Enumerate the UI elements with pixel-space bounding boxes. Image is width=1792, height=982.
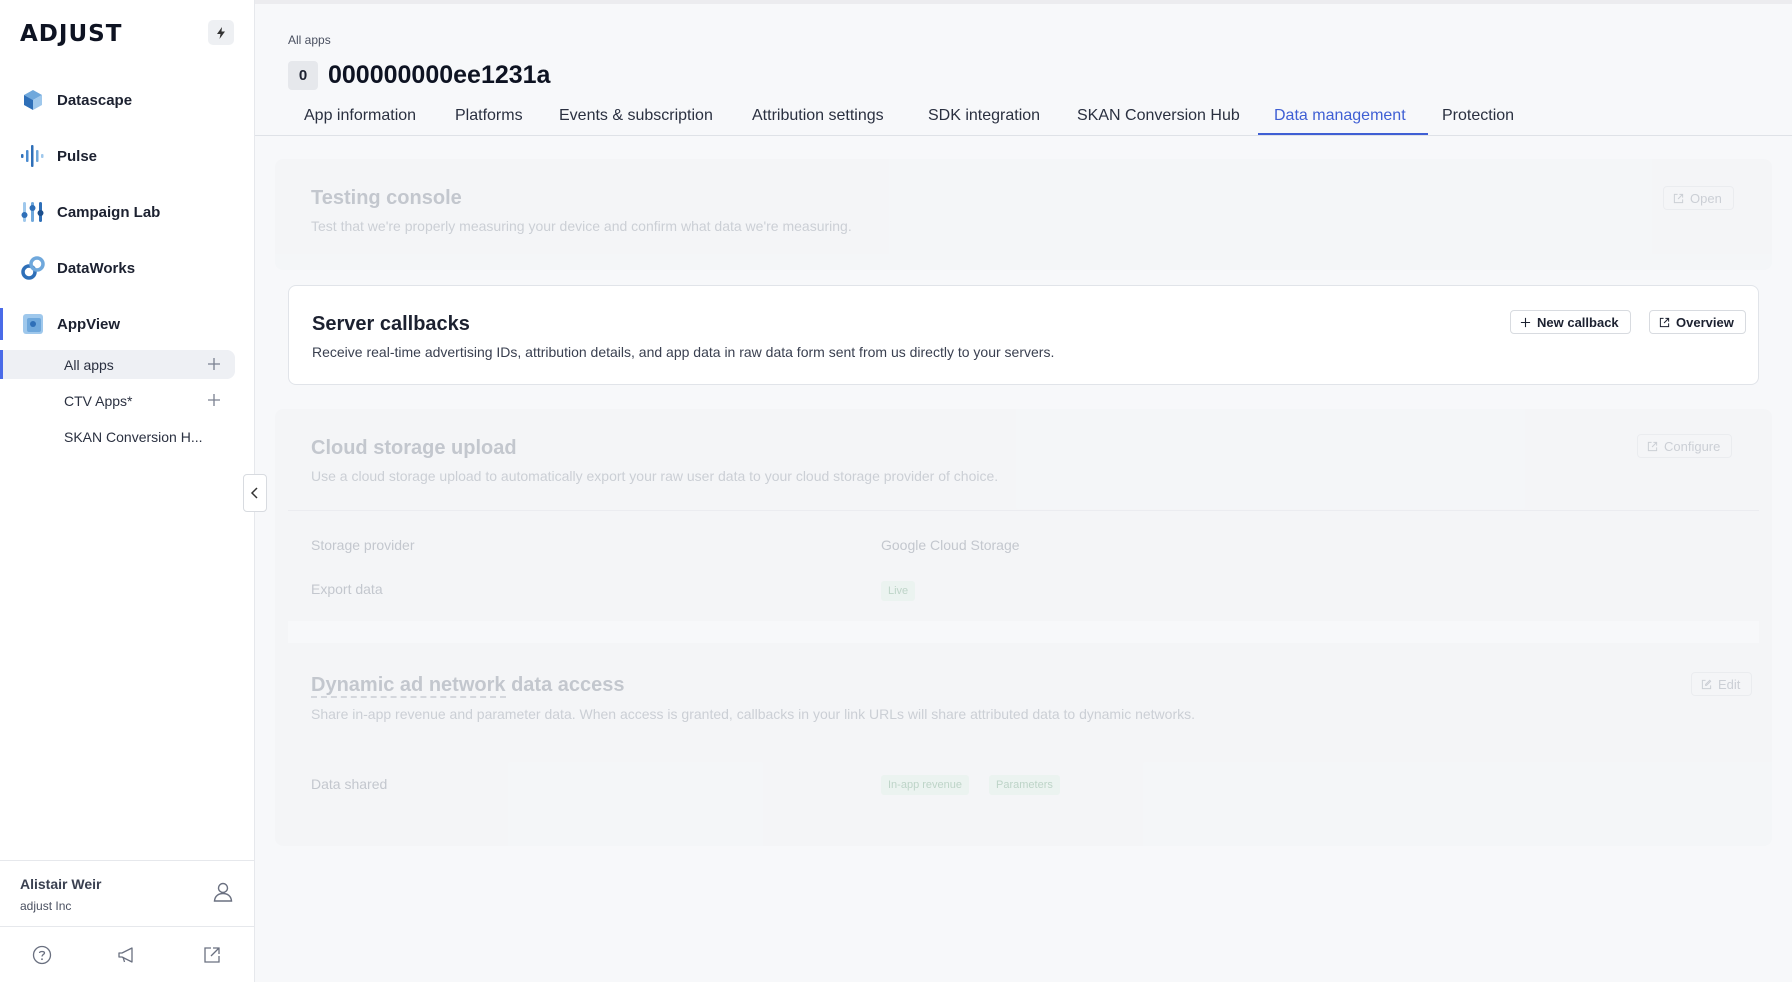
tab-app-information[interactable]: App information [304,107,416,125]
sidebar-item-all-apps[interactable]: All apps [0,350,235,379]
sidebar-item-all-apps-label: All apps [64,356,114,373]
testing-console-title: Testing console [311,187,462,209]
nav-pulse[interactable]: Pulse [0,136,254,176]
adjust-logo[interactable]: ADJUST [20,21,122,47]
cloud-storage-title: Cloud storage upload [311,437,517,459]
sidebar-item-ctv-apps-label: CTV Apps* [64,392,133,409]
nav-datascape-label: Datascape [57,91,133,109]
edit-button[interactable]: Edit [1691,672,1753,696]
sidebar: ADJUST Datascape Pulse Campaign Lab Data… [0,0,255,982]
tab-protection[interactable]: Protection [1442,107,1514,125]
nav-datascape[interactable]: Datascape [0,80,254,120]
user-name: Alistair Weir [20,876,102,892]
new-callback-label: New callback [1537,314,1619,330]
app-avatar: 0 [288,61,318,90]
main-content: All apps 0 000000000ee1231a App informat… [255,0,1792,982]
tab-sdk-integration[interactable]: SDK integration [928,107,1040,125]
user-icon[interactable] [212,881,234,903]
quick-actions-button[interactable] [208,20,234,45]
nav-appview-label: AppView [57,315,121,333]
add-icon[interactable] [207,393,221,407]
new-callback-button[interactable]: New callback [1510,310,1631,334]
plus-icon [1520,317,1531,327]
nav-appview[interactable]: AppView [0,304,254,344]
tab-events-subscription[interactable]: Events & subscription [559,107,713,125]
data-shared-label: Data shared [311,776,388,792]
nav-campaign-lab[interactable]: Campaign Lab [0,192,254,232]
top-border [255,0,1792,4]
edit-icon [1701,679,1712,689]
export-data-label: Export data [311,581,383,597]
tab-bar: App information Platforms Events & subsc… [255,98,1792,136]
server-callbacks-title: Server callbacks [312,313,470,335]
cloud-storage-description: Use a cloud storage upload to automatica… [311,468,999,484]
testing-console-description: Test that we're properly measuring your … [311,218,852,234]
help-icon[interactable] [32,945,52,965]
external-link-icon [1659,317,1670,327]
nav-dataworks-label: DataWorks [57,259,136,277]
dynamic-ad-title-rest: data access [505,674,625,696]
user-org: adjust Inc [20,899,72,913]
overview-label: Overview [1676,314,1734,330]
storage-provider-value: Google Cloud Storage [881,537,1020,553]
tab-platforms[interactable]: Platforms [455,107,523,125]
pulse-icon [21,145,44,167]
data-shared-chip-parameters: Parameters [989,775,1060,795]
nav-dataworks[interactable]: DataWorks [0,248,254,288]
datascape-icon [24,90,42,110]
tab-data-management[interactable]: Data management [1274,107,1406,125]
dynamic-ad-title-tooltip-trigger[interactable]: Dynamic ad network [311,674,506,698]
external-link-icon [1647,441,1658,451]
configure-button[interactable]: Configure [1637,434,1733,458]
status-badge: Live [881,581,916,601]
tab-skan-conversion-hub[interactable]: SKAN Conversion Hub [1077,107,1240,125]
cloud-storage-card: Cloud storage upload Use a cloud storage… [275,409,1772,846]
add-icon[interactable] [207,357,221,371]
bolt-icon [217,26,225,39]
card-separator [288,621,1759,643]
server-callbacks-card: Server callbacks Receive real-time adver… [288,285,1759,385]
dataworks-icon [21,256,45,280]
server-callbacks-description: Receive real-time advertising IDs, attri… [312,344,1055,360]
campaign-lab-icon [21,202,44,222]
announcements-icon[interactable] [117,945,137,965]
data-shared-chip-revenue: In-app revenue [881,775,969,795]
configure-button-label: Configure [1664,438,1721,454]
open-button-label: Open [1690,190,1722,206]
sidebar-item-skan-conversion-label: SKAN Conversion H... [64,428,203,445]
storage-provider-label: Storage provider [311,537,415,553]
divider [288,510,1759,511]
user-profile[interactable]: Alistair Weir adjust Inc [0,860,254,926]
external-link-icon[interactable] [202,945,222,965]
sidebar-item-skan-conversion[interactable]: SKAN Conversion H... [0,422,235,451]
breadcrumb[interactable]: All apps [288,33,331,47]
edit-button-label: Edit [1718,676,1741,692]
nav-pulse-label: Pulse [57,147,98,165]
nav-campaign-lab-label: Campaign Lab [57,203,161,221]
appview-icon [23,314,43,334]
page-title: 000000000ee1231a [328,61,551,89]
tab-attribution-settings[interactable]: Attribution settings [752,107,884,125]
sidebar-item-ctv-apps[interactable]: CTV Apps* [0,386,235,415]
dynamic-ad-description: Share in-app revenue and parameter data.… [311,706,1196,722]
open-button[interactable]: Open [1663,186,1734,210]
testing-console-card: Testing console Test that we're properly… [275,159,1772,270]
active-tab-indicator [1258,133,1428,135]
sidebar-footer [0,926,254,982]
external-link-icon [1673,193,1684,203]
overview-button[interactable]: Overview [1649,310,1746,334]
dynamic-ad-title: Dynamic ad network data access [311,674,625,698]
